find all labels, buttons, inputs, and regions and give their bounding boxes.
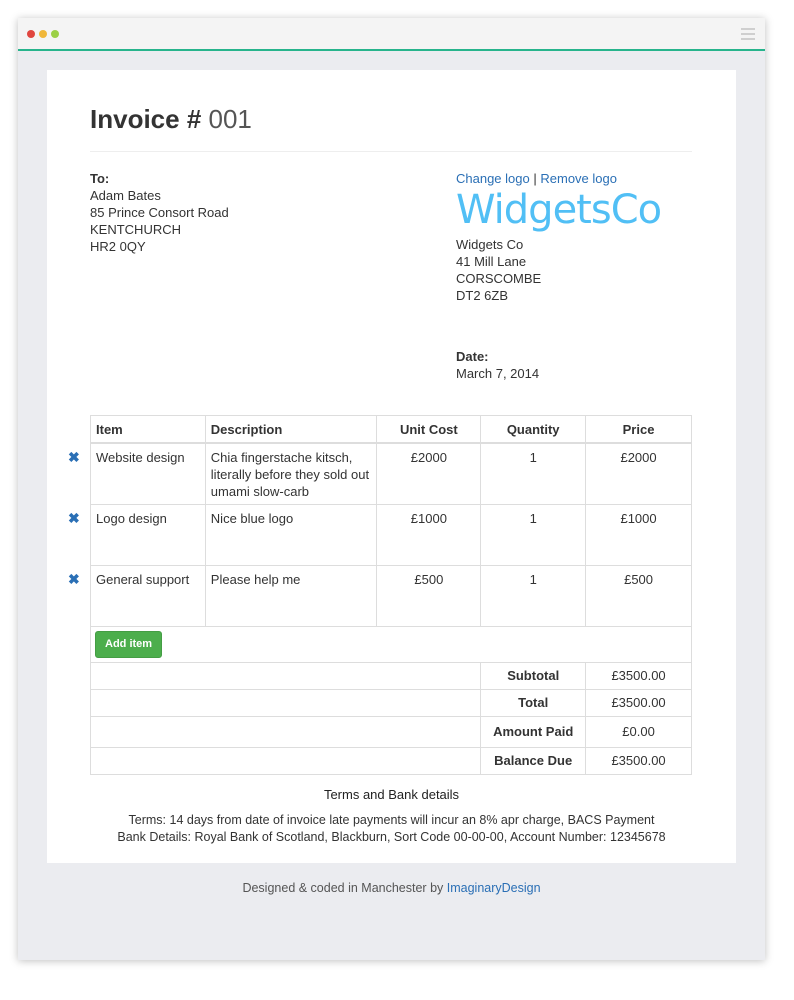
balance-due-value: £3500.00 xyxy=(585,746,692,775)
table-row: Logo design Nice blue logo £1000 1 £1000 xyxy=(90,503,692,566)
footer-link[interactable]: ImaginaryDesign xyxy=(447,881,541,895)
bank-details-line: Bank Details: Royal Bank of Scotland, Bl… xyxy=(117,830,666,844)
item-cell[interactable]: Website design xyxy=(90,442,206,505)
to-line: KENTCHURCH xyxy=(90,222,181,237)
total-label: Total xyxy=(480,688,587,717)
remove-row-x-icon[interactable]: ✖ xyxy=(68,571,80,588)
amount-paid-row: Amount Paid £0.00 xyxy=(89,715,692,748)
quantity-cell[interactable]: 1 xyxy=(480,442,587,505)
subtotal-row: Subtotal £3500.00 xyxy=(89,661,692,690)
blank-cell xyxy=(89,715,482,748)
total-row: Total £3500.00 xyxy=(89,688,692,717)
from-line: Widgets Co xyxy=(456,237,524,252)
to-line: 85 Prince Consort Road xyxy=(90,205,229,220)
invoice-date: Date: March 7, 2014 xyxy=(456,348,539,382)
balance-due-row: Balance Due £3500.00 xyxy=(89,746,692,775)
invoice-number[interactable]: 001 xyxy=(209,104,252,134)
window-titlebar xyxy=(18,18,765,51)
header-item: Item xyxy=(90,415,206,444)
quantity-cell[interactable]: 1 xyxy=(480,564,587,627)
unit-cost-cell[interactable]: £1000 xyxy=(376,503,482,566)
table-row: General support Please help me £500 1 £5… xyxy=(90,564,692,627)
header-quantity: Quantity xyxy=(480,415,587,444)
invoice-paper: Invoice # 001 To: Adam Bates 85 Prince C… xyxy=(47,70,736,863)
from-address[interactable]: Widgets Co 41 Mill Lane CORSCOMBE DT2 6Z… xyxy=(456,236,541,304)
invoice-title: Invoice # 001 xyxy=(90,104,252,135)
header-unit-cost: Unit Cost xyxy=(376,415,482,444)
blank-cell xyxy=(89,661,482,690)
table-row: Website design Chia fingerstache kitsch,… xyxy=(90,442,692,505)
total-value: £3500.00 xyxy=(585,688,692,717)
description-cell[interactable]: Please help me xyxy=(204,564,378,627)
change-logo-link[interactable]: Change logo xyxy=(456,171,530,186)
close-window-dot[interactable] xyxy=(27,30,35,38)
terms-title[interactable]: Terms and Bank details xyxy=(47,787,736,802)
page-footer: Designed & coded in Manchester by Imagin… xyxy=(18,881,765,895)
maximize-window-dot[interactable] xyxy=(51,30,59,38)
browser-window: Invoice # 001 To: Adam Bates 85 Prince C… xyxy=(18,18,765,960)
items-table: Item Description Unit Cost Quantity Pric… xyxy=(89,415,692,775)
date-label: Date: xyxy=(456,349,489,364)
amount-paid-label: Amount Paid xyxy=(480,715,587,748)
quantity-cell[interactable]: 1 xyxy=(480,503,587,566)
price-cell: £500 xyxy=(585,564,692,627)
to-line: HR2 0QY xyxy=(90,239,146,254)
logo-link-separator: | xyxy=(533,171,537,186)
price-cell: £1000 xyxy=(585,503,692,566)
to-address[interactable]: To: Adam Bates 85 Prince Consort Road KE… xyxy=(90,170,229,255)
subtotal-label: Subtotal xyxy=(480,661,587,690)
terms-line: Terms: 14 days from date of invoice late… xyxy=(128,813,655,827)
from-line: 41 Mill Lane xyxy=(456,254,527,269)
price-cell: £2000 xyxy=(585,442,692,505)
company-logo: WidgetsCo xyxy=(456,187,662,233)
to-line: Adam Bates xyxy=(90,188,161,203)
add-item-cell: Add item xyxy=(90,625,692,663)
from-line: CORSCOMBE xyxy=(456,271,542,286)
balance-due-label: Balance Due xyxy=(480,746,587,775)
table-header-row: Item Description Unit Cost Quantity Pric… xyxy=(90,415,692,444)
item-cell[interactable]: General support xyxy=(90,564,206,627)
from-line: DT2 6ZB xyxy=(456,288,509,303)
header-price: Price xyxy=(585,415,692,444)
terms-text[interactable]: Terms: 14 days from date of invoice late… xyxy=(47,812,736,846)
description-cell[interactable]: Chia fingerstache kitsch, literally befo… xyxy=(204,442,378,505)
remove-row-x-icon[interactable]: ✖ xyxy=(68,510,80,527)
unit-cost-cell[interactable]: £500 xyxy=(376,564,482,627)
to-label: To: xyxy=(90,171,110,186)
hamburger-menu-icon[interactable] xyxy=(741,28,755,43)
unit-cost-cell[interactable]: £2000 xyxy=(376,442,482,505)
header-description: Description xyxy=(204,415,378,444)
minimize-window-dot[interactable] xyxy=(39,30,47,38)
blank-cell xyxy=(89,688,482,717)
date-value[interactable]: March 7, 2014 xyxy=(456,365,539,382)
title-divider xyxy=(90,151,692,152)
logo-actions: Change logo | Remove logo xyxy=(456,170,617,187)
subtotal-value: £3500.00 xyxy=(585,661,692,690)
description-cell[interactable]: Nice blue logo xyxy=(204,503,378,566)
add-item-button[interactable]: Add item xyxy=(95,630,163,658)
item-cell[interactable]: Logo design xyxy=(90,503,206,566)
amount-paid-value[interactable]: £0.00 xyxy=(585,715,692,748)
remove-row-x-icon[interactable]: ✖ xyxy=(68,449,80,466)
invoice-title-label: Invoice # xyxy=(90,104,202,134)
footer-text: Designed & coded in Manchester by xyxy=(242,881,444,895)
blank-cell xyxy=(89,746,482,775)
add-item-row: Add item xyxy=(90,625,692,663)
remove-logo-link[interactable]: Remove logo xyxy=(540,171,617,186)
